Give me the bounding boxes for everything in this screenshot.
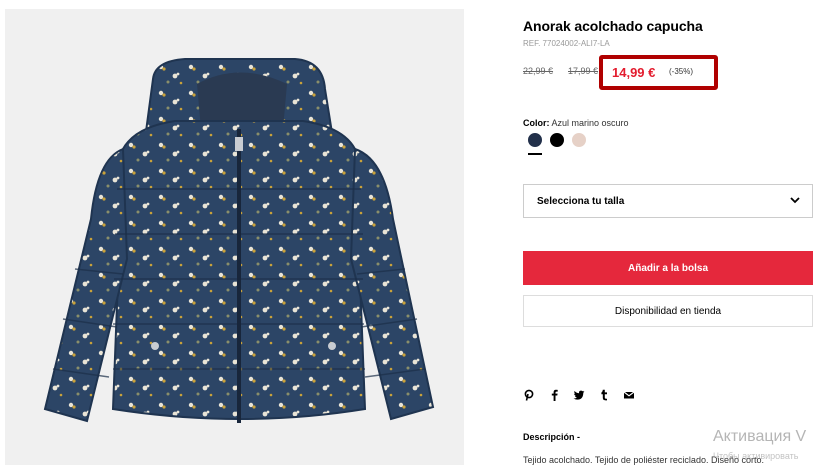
pinterest-icon[interactable]	[523, 389, 535, 404]
jacket-illustration	[43, 58, 435, 423]
selected-swatch-indicator	[528, 153, 542, 155]
add-to-bag-button[interactable]: Añadir a la bolsa	[523, 251, 813, 285]
share-icons	[523, 389, 635, 404]
product-title: Anorak acolchado capucha	[523, 18, 703, 34]
product-info-panel: Anorak acolchado capucha REF. 77024002-A…	[523, 0, 823, 465]
current-price: 14,99 €	[612, 65, 656, 80]
color-value: Azul marino oscuro	[551, 118, 629, 128]
mail-icon[interactable]	[623, 389, 635, 404]
color-label-row: Color: Azul marino oscuro	[523, 118, 629, 128]
previous-price: 17,99 €	[568, 66, 599, 76]
color-swatch-black[interactable]	[550, 133, 564, 147]
chevron-down-icon	[789, 194, 801, 209]
color-label: Color:	[523, 118, 550, 128]
discount-badge: (-35%)	[669, 67, 694, 76]
twitter-icon[interactable]	[573, 389, 585, 404]
tumblr-icon[interactable]	[598, 389, 610, 404]
original-price: 22,99 €	[523, 66, 554, 76]
size-select[interactable]: Selecciona tu talla	[523, 184, 813, 218]
windows-activation-watermark-subtext: Чтобы активировать	[713, 451, 799, 461]
windows-activation-watermark: Активация V	[713, 428, 807, 445]
store-availability-button[interactable]: Disponibilidad en tienda	[523, 295, 813, 327]
color-swatch-beige[interactable]	[572, 133, 586, 147]
size-select-label: Selecciona tu talla	[537, 195, 625, 207]
color-swatch-navy[interactable]	[528, 133, 542, 147]
current-price-highlight: 14,99 € (-35%)	[599, 55, 718, 90]
product-image[interactable]	[5, 9, 464, 465]
facebook-icon[interactable]	[548, 389, 560, 404]
product-reference: REF. 77024002-ALI7-LA	[523, 39, 610, 48]
description-heading[interactable]: Descripción -	[523, 432, 580, 442]
